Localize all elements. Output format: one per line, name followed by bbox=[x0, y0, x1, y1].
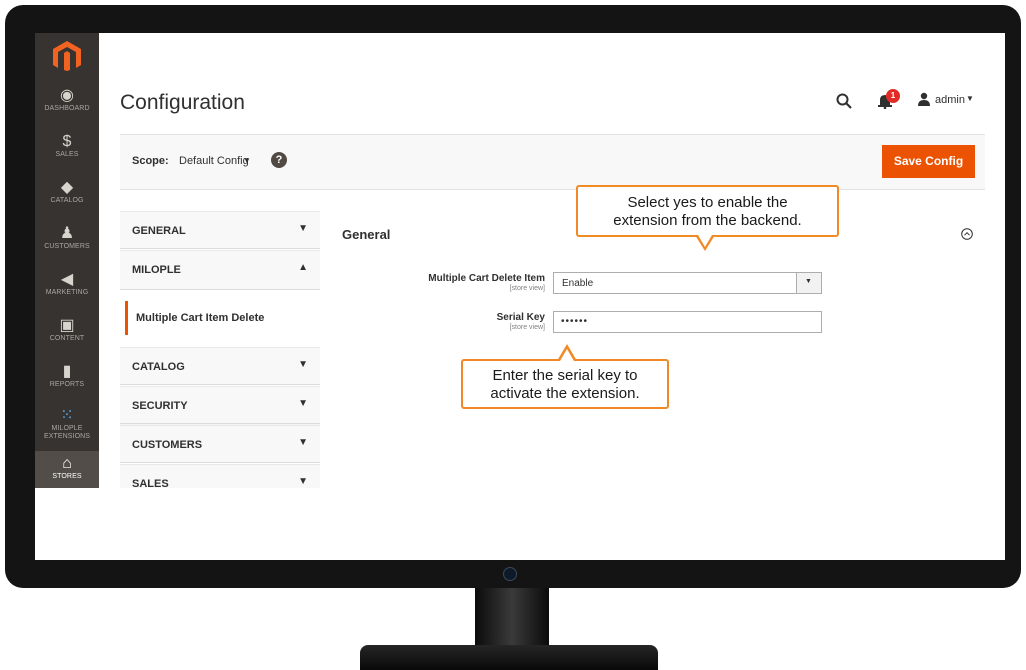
page-title: Configuration bbox=[120, 91, 245, 114]
nav-content[interactable]: ▣ CONTENT bbox=[35, 313, 99, 355]
cube-icon: ◆ bbox=[60, 179, 74, 196]
grid-dots-icon: ⁙ bbox=[60, 407, 74, 424]
person-icon: ♟ bbox=[59, 225, 75, 242]
search-icon[interactable] bbox=[836, 93, 852, 109]
nav-dashboard[interactable]: ◉ DASHBOARD bbox=[35, 83, 99, 125]
tab-sales[interactable]: SALES ▼ bbox=[120, 464, 320, 488]
admin-user-menu[interactable]: admin bbox=[935, 94, 965, 106]
nav-catalog[interactable]: ◆ CATALOG bbox=[35, 175, 99, 217]
tab-security[interactable]: SECURITY ▼ bbox=[120, 386, 320, 424]
section-title[interactable]: General bbox=[342, 227, 390, 242]
tab-customers[interactable]: CUSTOMERS ▼ bbox=[120, 425, 320, 463]
nav-customers[interactable]: ♟ CUSTOMERS bbox=[35, 221, 99, 263]
nav-stores[interactable]: ⌂ STORES bbox=[35, 451, 99, 488]
admin-sidebar: ◉ DASHBOARD $ SALES ◆ CATALOG ♟ CUSTOMER… bbox=[35, 33, 99, 488]
config-tabs: GENERAL ▼ MILOPLE ▲ Multiple Cart Item D… bbox=[120, 211, 320, 488]
scope-bar: Scope: Default Config ▼ ? Save Config bbox=[120, 134, 985, 190]
chevron-down-icon: ▼ bbox=[298, 398, 308, 409]
dollar-icon: $ bbox=[62, 133, 72, 150]
caret-down-icon: ▼ bbox=[966, 94, 974, 103]
tab-general[interactable]: GENERAL ▼ bbox=[120, 211, 320, 249]
field-label-serial-key: Serial Key [store view] bbox=[496, 312, 545, 331]
scope-switcher[interactable]: Default Config bbox=[179, 155, 249, 167]
chevron-down-icon: ▼ bbox=[298, 437, 308, 448]
scope-label: Scope: bbox=[132, 155, 169, 167]
multiple-cart-delete-select[interactable]: Enable ▼ bbox=[553, 272, 822, 294]
milople-subtabs: Multiple Cart Item Delete bbox=[120, 290, 320, 426]
admin-screen: ◉ DASHBOARD $ SALES ◆ CATALOG ♟ CUSTOMER… bbox=[35, 33, 1005, 560]
monitor-stand-neck bbox=[475, 588, 549, 646]
callout-serial-key-tip: Enter the serial key to activate the ext… bbox=[461, 359, 669, 409]
megaphone-icon: ◀ bbox=[60, 271, 74, 288]
help-icon[interactable]: ? bbox=[271, 152, 287, 168]
chevron-down-icon: ▼ bbox=[298, 359, 308, 370]
collapse-circle-icon[interactable] bbox=[961, 228, 973, 240]
monitor-stand-base bbox=[360, 645, 658, 670]
nav-reports[interactable]: ▮ REPORTS bbox=[35, 359, 99, 401]
tab-catalog[interactable]: CATALOG ▼ bbox=[120, 347, 320, 385]
caret-down-icon: ▼ bbox=[243, 156, 251, 165]
magento-logo[interactable] bbox=[53, 41, 81, 71]
select-toggle[interactable]: ▼ bbox=[796, 273, 821, 293]
serial-key-input[interactable]: •••••• bbox=[553, 311, 822, 333]
nav-sales[interactable]: $ SALES bbox=[35, 129, 99, 171]
caret-down-icon: ▼ bbox=[805, 278, 812, 285]
subtab-multiple-cart-item-delete[interactable]: Multiple Cart Item Delete bbox=[125, 301, 320, 335]
webcam-icon bbox=[503, 567, 517, 581]
user-icon[interactable] bbox=[917, 92, 931, 106]
bar-chart-icon: ▮ bbox=[62, 363, 72, 380]
scope-hint: [store view] bbox=[509, 324, 545, 331]
tab-milople[interactable]: MILOPLE ▲ bbox=[120, 250, 320, 290]
store-icon: ⌂ bbox=[62, 455, 72, 472]
nav-marketing[interactable]: ◀ MARKETING bbox=[35, 267, 99, 309]
callout-pointer-fill bbox=[560, 349, 574, 361]
scope-hint: [store view] bbox=[509, 285, 545, 292]
callout-enable-tip: Select yes to enable the extension from … bbox=[576, 185, 839, 237]
save-config-button[interactable]: Save Config bbox=[882, 145, 975, 178]
callout-pointer-fill bbox=[698, 235, 712, 247]
chevron-up-icon: ▲ bbox=[298, 262, 308, 273]
field-label-multiple-cart-delete-item: Multiple Cart Delete Item [store view] bbox=[428, 273, 545, 292]
layout-icon: ▣ bbox=[59, 317, 75, 334]
chevron-down-icon: ▼ bbox=[298, 223, 308, 234]
nav-milople-extensions[interactable]: ⁙ MILOPLE EXTENSIONS bbox=[35, 405, 99, 449]
dashboard-icon: ◉ bbox=[60, 87, 74, 104]
chevron-down-icon: ▼ bbox=[298, 476, 308, 487]
notification-badge: 1 bbox=[886, 89, 900, 103]
